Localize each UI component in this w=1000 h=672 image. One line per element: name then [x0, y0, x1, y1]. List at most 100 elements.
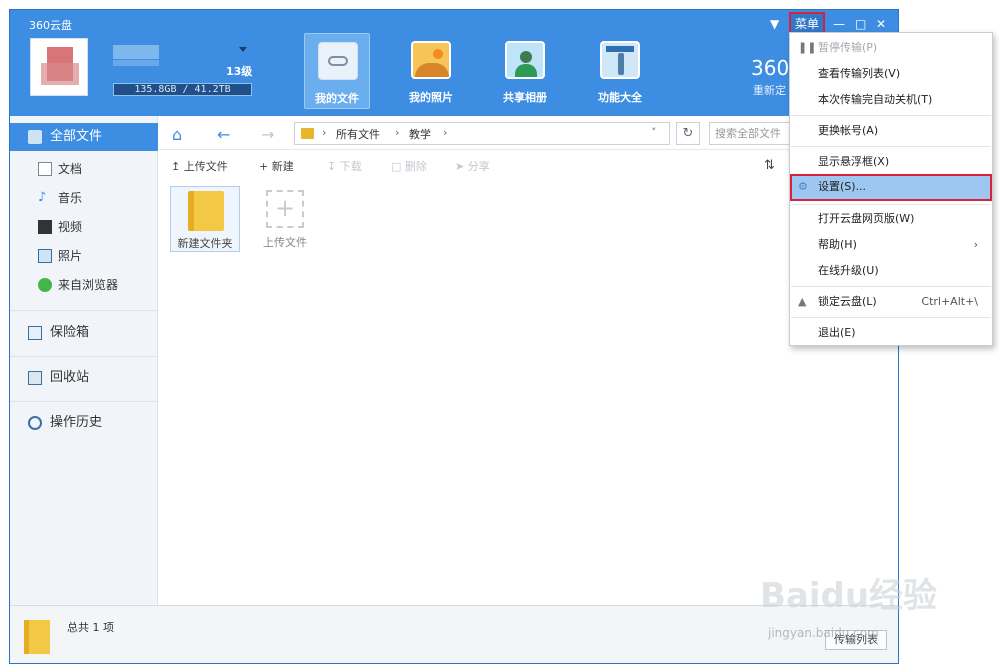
menu-item-help[interactable]: 帮助(H) ›: [790, 232, 992, 258]
nav-my-photos[interactable]: 我的照片: [398, 33, 464, 109]
menu-item-label: 锁定云盘(L): [818, 295, 877, 308]
upload-file-tile[interactable]: + 上传文件: [250, 186, 320, 252]
header-right-sub: 重新定: [753, 84, 786, 97]
folder-icon: [188, 191, 224, 231]
back-arrow-icon[interactable]: ←: [217, 125, 230, 144]
picture-icon: [38, 249, 52, 263]
breadcrumb-separator-icon: ›: [322, 126, 327, 139]
sidebar-item-label: 视频: [58, 220, 83, 234]
document-icon: [38, 162, 52, 176]
history-clock-icon: [28, 416, 42, 430]
forward-arrow-icon[interactable]: →: [261, 125, 274, 144]
sidebar-item-docs[interactable]: 文档: [10, 155, 158, 183]
minimize-icon[interactable]: —: [833, 16, 845, 32]
gear-icon: ⚙: [798, 180, 808, 193]
download-label: 下载: [339, 160, 362, 173]
features-icon: [600, 41, 640, 79]
lock-icon: ▲: [798, 295, 807, 308]
menu-divider: [791, 286, 991, 287]
action-toolbar: ↥ 上传文件 + 新建 ↧ 下载 □ 删除 ➤ 分享 ⇅: [159, 151, 898, 179]
menu-divider: [791, 204, 991, 205]
refresh-button[interactable]: ↻: [676, 122, 700, 145]
sidebar: 全部文件 文档 ♪ 音乐 视频 照片 来自浏览器 保险箱 回收站 操作历史: [10, 116, 158, 605]
shared-album-icon: [505, 41, 545, 79]
home-icon[interactable]: ⌂: [172, 125, 182, 144]
recycle-bin-icon: [28, 371, 42, 385]
browser-e-icon: [38, 278, 52, 292]
menu-item-label: 打开云盘网页版(W): [818, 212, 915, 225]
nav-features[interactable]: 功能大全: [587, 33, 653, 109]
breadcrumb-item[interactable]: 所有文件: [336, 126, 380, 142]
app-title: 360云盘: [29, 19, 72, 32]
folder-item[interactable]: 新建文件夹: [170, 186, 240, 252]
nav-shared-album-label: 共享相册: [503, 91, 547, 104]
breadcrumb-item[interactable]: 教学: [409, 126, 431, 142]
menu-item-pause[interactable]: ❚❚ 暂停传输(P): [790, 35, 992, 61]
delete-label: 删除: [404, 160, 427, 173]
sidebar-item-safe[interactable]: 保险箱: [10, 319, 158, 347]
menu-item-auto-shutdown[interactable]: 本次传输完自动关机(T): [790, 87, 992, 113]
avatar[interactable]: [30, 38, 88, 96]
menu-item-open-web[interactable]: 打开云盘网页版(W): [790, 206, 992, 232]
user-level: 13级: [226, 65, 253, 78]
sidebar-item-recycle[interactable]: 回收站: [10, 364, 158, 392]
sidebar-item-photos[interactable]: 照片: [10, 242, 158, 270]
folder-icon: [301, 128, 314, 139]
account-dropdown-icon[interactable]: [239, 47, 247, 52]
menu-item-view-transfer-list[interactable]: 查看传输列表(V): [790, 61, 992, 87]
chevron-down-icon[interactable]: ˅: [651, 126, 657, 139]
sidebar-item-video[interactable]: 视频: [10, 213, 158, 241]
menu-item-float-window[interactable]: 显示悬浮框(X): [790, 149, 992, 175]
storage-quota-bar: 135.8GB / 41.2TB: [113, 83, 252, 96]
menu-item-label: 更换帐号(A): [818, 124, 879, 137]
lock-shortcut: Ctrl+Alt+\: [921, 295, 978, 308]
sidebar-item-label: 音乐: [58, 191, 83, 205]
menu-item-lock[interactable]: ▲ 锁定云盘(L) Ctrl+Alt+\: [790, 289, 992, 315]
breadcrumb-separator-icon: ›: [443, 126, 448, 139]
share-label: 分享: [467, 160, 490, 173]
navigation-toolbar: ⌂ ← → › 所有文件 › 教学 › ˅ ↻ 搜索全部文件: [159, 116, 898, 150]
skin-icon[interactable]: ▼: [770, 16, 779, 32]
close-icon[interactable]: ✕: [876, 16, 886, 32]
sidebar-item-browser[interactable]: 来自浏览器: [10, 271, 158, 299]
menu-divider: [791, 146, 991, 147]
sidebar-divider: [10, 310, 158, 311]
nav-my-photos-label: 我的照片: [409, 91, 453, 104]
nav-my-files-label: 我的文件: [315, 92, 359, 105]
plus-icon: +: [266, 190, 304, 228]
menu-item-settings[interactable]: ⚙ 设置(S)...: [790, 174, 992, 201]
menu-item-exit[interactable]: 退出(E): [790, 320, 992, 346]
photos-icon: [411, 41, 451, 79]
delete-button[interactable]: □ 删除: [391, 158, 427, 174]
file-area: 新建文件夹 + 上传文件: [159, 179, 898, 605]
sort-icon[interactable]: ⇅: [764, 158, 775, 173]
menu-item-label: 帮助(H): [818, 238, 857, 251]
address-bar[interactable]: › 所有文件 › 教学 › ˅: [294, 122, 670, 145]
maximize-icon[interactable]: □: [855, 16, 866, 32]
nav-shared-album[interactable]: 共享相册: [492, 33, 558, 109]
menu-item-switch-account[interactable]: 更换帐号(A): [790, 118, 992, 144]
menu-item-label: 在线升级(U): [818, 264, 879, 277]
pause-icon: ❚❚: [798, 41, 817, 54]
username-blurred: [113, 45, 159, 59]
new-button[interactable]: + 新建: [259, 158, 294, 174]
sidebar-divider: [10, 356, 158, 357]
new-label: 新建: [271, 160, 294, 173]
sidebar-item-all-files[interactable]: 全部文件: [10, 123, 158, 151]
nav-my-files[interactable]: 我的文件: [304, 33, 370, 109]
upload-button[interactable]: ↥ 上传文件: [171, 158, 228, 174]
baidu-watermark: Baidu经验 jingyan.baidu.com: [760, 568, 970, 658]
sidebar-item-label: 回收站: [50, 370, 90, 385]
download-button[interactable]: ↧ 下载: [327, 158, 362, 174]
menu-item-label: 暂停传输(P): [818, 41, 878, 54]
menu-divider: [791, 317, 991, 318]
sidebar-item-label: 来自浏览器: [58, 278, 119, 292]
header-right-stat: 360: [751, 56, 790, 80]
sidebar-item-history[interactable]: 操作历史: [10, 409, 158, 437]
sidebar-item-label: 保险箱: [50, 325, 90, 340]
sidebar-item-label: 照片: [58, 249, 83, 263]
sidebar-item-music[interactable]: ♪ 音乐: [10, 184, 158, 212]
breadcrumb-separator-icon: ›: [395, 126, 400, 139]
menu-item-upgrade[interactable]: 在线升级(U): [790, 258, 992, 284]
share-button[interactable]: ➤ 分享: [455, 158, 490, 174]
